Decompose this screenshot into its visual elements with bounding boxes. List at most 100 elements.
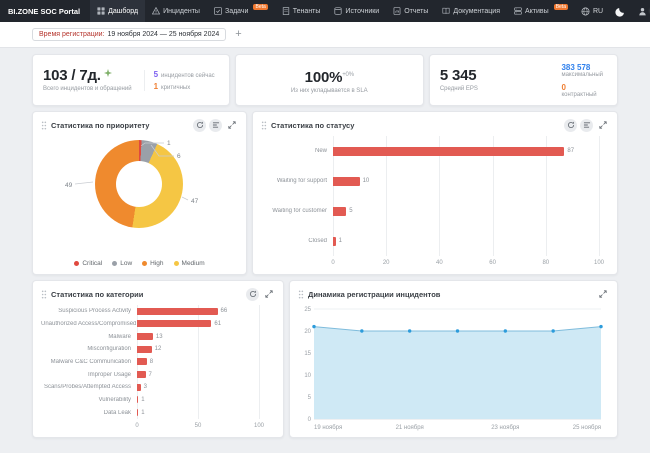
bar-track: 5: [333, 207, 599, 216]
data-point[interactable]: [408, 329, 411, 332]
x-tick-label: 50: [195, 423, 202, 429]
nav-item-label: Документация: [453, 8, 500, 15]
brand-logo[interactable]: BI.ZONE SOC Portal: [0, 0, 90, 22]
expand-button[interactable]: [596, 288, 609, 301]
data-point[interactable]: [456, 329, 459, 332]
refresh-icon: [249, 290, 257, 298]
kpi-card-eps: 5 345 Средний EPS 383 578 максимальный 0…: [429, 54, 618, 106]
bar-track: 1: [137, 396, 259, 403]
bar-track: 13: [137, 333, 259, 340]
legend-button[interactable]: [209, 119, 222, 132]
legend-button[interactable]: [580, 119, 593, 132]
category-chart-card: Статистика по категории Suspicious Proce…: [32, 280, 284, 438]
sla-delta: +0%: [342, 72, 354, 78]
nav-item-sources[interactable]: Источники: [327, 0, 386, 22]
expand-icon: [599, 121, 607, 129]
theme-toggle[interactable]: [609, 0, 632, 22]
bar-value-label: 61: [214, 321, 221, 327]
bar-value-label: 13: [156, 334, 163, 340]
nav-item-reports[interactable]: Отчеты: [386, 0, 435, 22]
add-filter-button[interactable]: +: [233, 29, 243, 40]
language-switcher[interactable]: RU: [575, 0, 609, 22]
nav-item-label: Тенанты: [293, 8, 321, 15]
bar[interactable]: [333, 237, 336, 246]
nav-item-assets[interactable]: АктивыBeta: [507, 0, 575, 22]
time-filter-label: Время регистрации:: [39, 31, 105, 38]
bar-value-label: 1: [141, 397, 144, 403]
nav-item-label: Задачи: [225, 8, 249, 15]
data-point[interactable]: [504, 329, 507, 332]
bar[interactable]: [137, 384, 141, 391]
bar[interactable]: [137, 409, 138, 416]
nav-item-incidents[interactable]: Инциденты: [145, 0, 207, 22]
drag-handle-icon[interactable]: [41, 121, 47, 130]
eps-avg-caption: Средний EPS: [440, 86, 478, 92]
data-point[interactable]: [360, 329, 363, 332]
refresh-button[interactable]: [246, 288, 259, 301]
legend-dot: [142, 261, 147, 266]
bar-track: 7: [137, 371, 259, 378]
drag-handle-icon[interactable]: [41, 290, 47, 299]
category-card-actions: [246, 288, 275, 301]
drag-handle-icon[interactable]: [298, 290, 304, 299]
bar-value-label: 5: [349, 208, 352, 214]
data-point[interactable]: [312, 325, 315, 328]
nav-item-documentation[interactable]: Документация: [435, 0, 507, 22]
refresh-button[interactable]: [564, 119, 577, 132]
user-menu[interactable]: user@bi.zone ▾: [632, 0, 650, 22]
reports-icon: [393, 7, 401, 15]
bar[interactable]: [333, 207, 346, 216]
bar-category-label: Vulnerability: [41, 397, 137, 403]
bar[interactable]: [137, 358, 147, 365]
expand-button[interactable]: [262, 288, 275, 301]
bar[interactable]: [137, 346, 152, 353]
x-tick-label: 0: [331, 260, 334, 266]
expand-icon: [228, 121, 236, 129]
donut-value-label: 47: [191, 198, 199, 205]
data-point[interactable]: [599, 325, 602, 328]
drag-handle-icon[interactable]: [261, 121, 267, 130]
expand-button[interactable]: [225, 119, 238, 132]
bar[interactable]: [137, 396, 138, 403]
open-now-caption: инцидентов сейчас: [161, 73, 215, 79]
priority-legend: Critical Low High Medium: [41, 257, 238, 268]
x-tick-label: 20: [383, 260, 390, 266]
bar-track: 12: [137, 346, 259, 353]
charts-row-1: Статистика по приоритету 164749 Critical…: [32, 111, 618, 275]
bar-value-label: 12: [155, 346, 162, 352]
nav-item-tenants[interactable]: Тенанты: [275, 0, 328, 22]
eps-max-stat: 383 578 максимальный: [561, 63, 603, 78]
expand-button[interactable]: [596, 119, 609, 132]
legend-item-medium[interactable]: Medium: [174, 260, 205, 267]
legend-item-high[interactable]: High: [142, 260, 163, 267]
priority-chart-card: Статистика по приоритету 164749 Critical…: [32, 111, 247, 275]
bar[interactable]: [137, 333, 153, 340]
x-tick-label: 60: [489, 260, 496, 266]
bar[interactable]: [137, 371, 146, 378]
nav-item-tasks[interactable]: ЗадачиBeta: [207, 0, 275, 22]
legend-label: Low: [120, 260, 132, 267]
nav-item-dashboard[interactable]: Дашборд: [90, 0, 145, 22]
sources-icon: [334, 7, 342, 15]
bar[interactable]: [333, 147, 564, 156]
bar-row: Scans/Probes/Attempted Access3: [41, 384, 275, 391]
kpi-card-sla: 100%+0% Из них укладывается в SLA: [235, 54, 424, 106]
donut-value-label: 6: [177, 153, 181, 160]
time-filter-chip[interactable]: Время регистрации: 19 ноября 2024 — 25 н…: [32, 28, 226, 41]
svg-text:20: 20: [304, 329, 311, 335]
priority-donut[interactable]: [95, 140, 183, 228]
legend-item-critical[interactable]: Critical: [74, 260, 102, 267]
sla-caption: Из них укладывается в SLA: [291, 88, 368, 94]
priority-card-actions: [193, 119, 238, 132]
bar[interactable]: [333, 177, 360, 186]
data-point[interactable]: [551, 329, 554, 332]
legend-item-low[interactable]: Low: [112, 260, 132, 267]
bar[interactable]: [137, 308, 218, 315]
bar-category-label: New: [261, 148, 333, 154]
tasks-icon: [214, 7, 222, 15]
eps-avg-value: 5 345: [440, 68, 477, 84]
bar-category-label: Misconfiguration: [41, 346, 137, 352]
x-tick-label: 23 ноября: [491, 425, 519, 431]
refresh-button[interactable]: [193, 119, 206, 132]
bar[interactable]: [137, 320, 211, 327]
